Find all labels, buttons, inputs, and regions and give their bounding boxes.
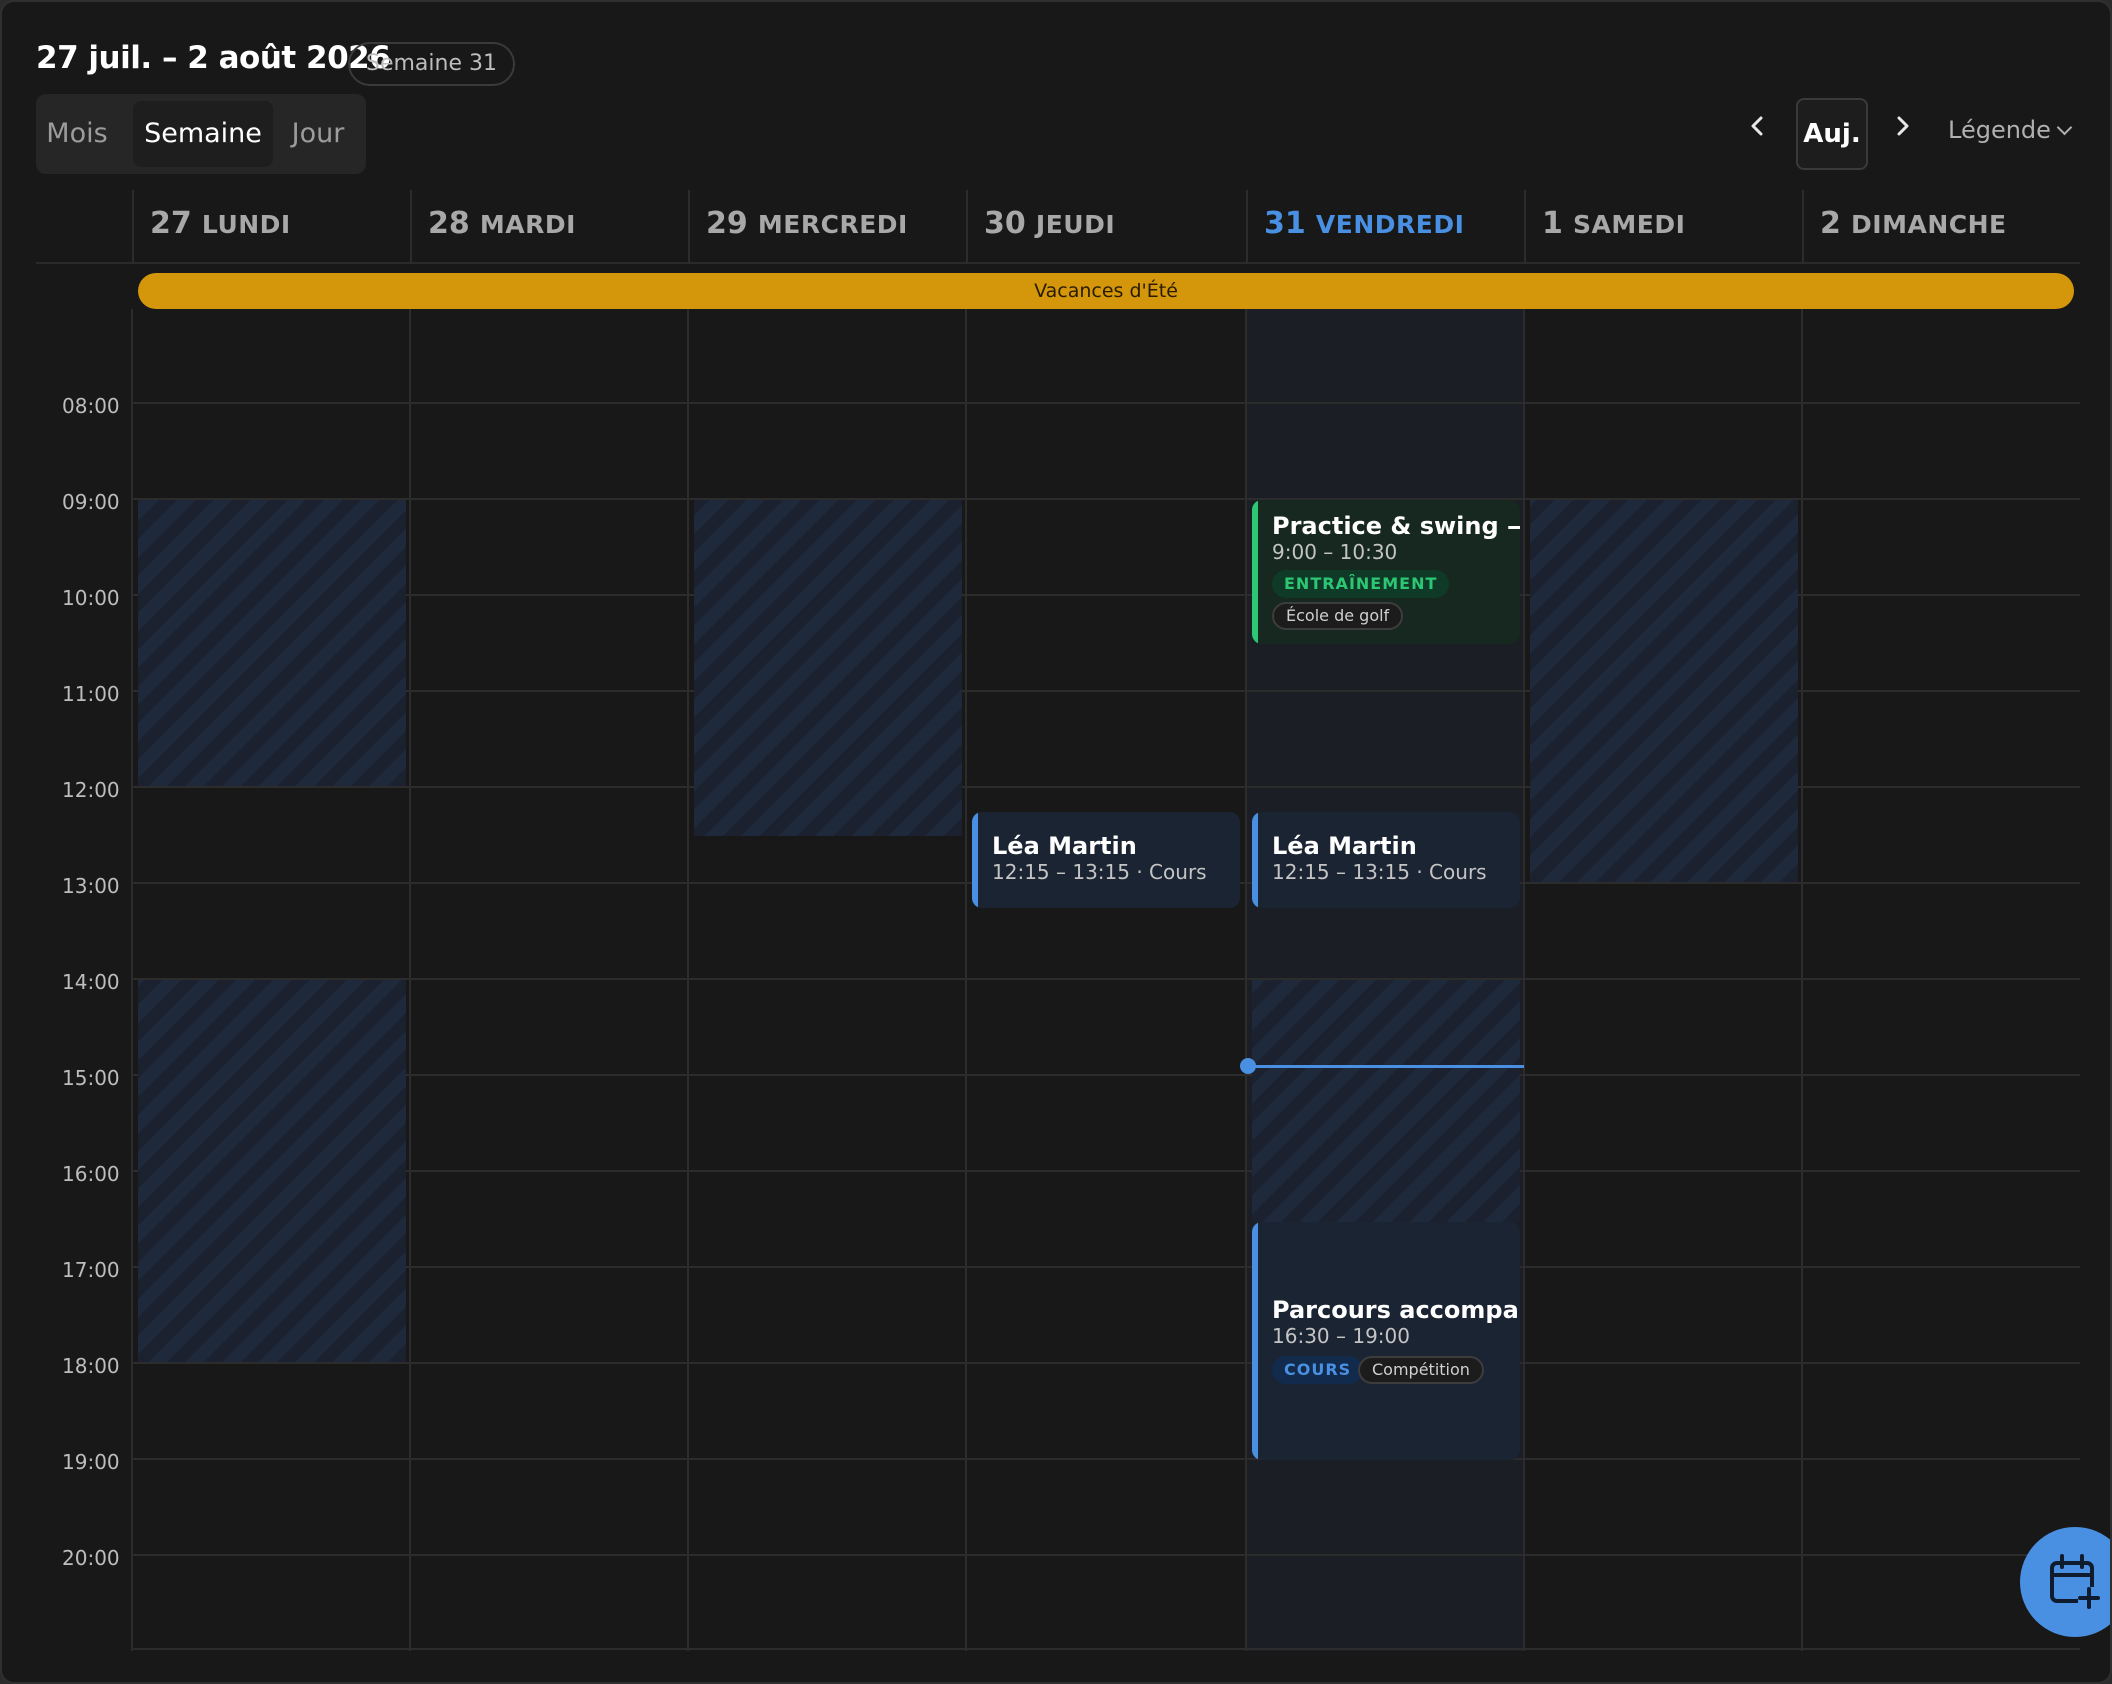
hour-line <box>132 1266 2080 1268</box>
view-week-button[interactable]: Semaine <box>133 101 273 167</box>
day-header-thursday[interactable]: 30 JEUDI <box>966 190 1246 262</box>
next-week-button[interactable] <box>1890 112 1914 145</box>
hour-line <box>132 1458 2080 1460</box>
day-header-sunday[interactable]: 2 DIMANCHE <box>1802 190 2080 262</box>
event-time: 16:30 – 19:00 <box>1272 1324 1410 1348</box>
calendar-app: 27 juil. – 2 août 2026 Semaine 31 Mois S… <box>0 0 2112 1684</box>
chevron-left-icon <box>1751 116 1763 136</box>
event-color-stripe <box>1252 1222 1258 1460</box>
event-time: 12:15 – 13:15 · Cours <box>1272 860 1487 884</box>
grid-column-line <box>131 309 133 1651</box>
day-number: 29 MERCREDI <box>706 206 908 241</box>
chevron-right-icon <box>1897 116 1909 136</box>
unavailable-slot <box>138 980 406 1362</box>
legend-label: Légende <box>1948 116 2051 144</box>
event-title: Léa Martin <box>992 832 1137 860</box>
event-time: 12:15 – 13:15 · Cours <box>992 860 1207 884</box>
hour-label: 12:00 <box>62 778 120 802</box>
event-color-stripe <box>1252 500 1258 644</box>
hour-line <box>132 1074 2080 1076</box>
calendar-plus-icon <box>2050 1554 2100 1609</box>
event-card-lea-martin-friday[interactable]: Léa Martin 12:15 – 13:15 · Cours <box>1252 812 1520 908</box>
week-badge: Semaine 31 <box>348 42 515 86</box>
event-color-stripe <box>1252 812 1258 908</box>
event-title: Practice & swing — ... <box>1272 512 1520 540</box>
day-header-tuesday[interactable]: 28 MARDI <box>410 190 688 262</box>
grid-column-line <box>1523 309 1525 1651</box>
hour-label: 11:00 <box>62 682 120 706</box>
hour-line <box>132 1554 2080 1556</box>
day-header-monday[interactable]: 27 LUNDI <box>132 190 410 262</box>
unavailable-slot <box>1252 980 1520 1222</box>
event-category-tag: COURS <box>1272 1356 1364 1384</box>
view-day-button[interactable]: Jour <box>281 101 355 167</box>
event-color-stripe <box>972 812 978 908</box>
day-number: 31 VENDREDI <box>1264 206 1465 241</box>
day-number: 27 LUNDI <box>150 206 291 241</box>
event-title: Léa Martin <box>1272 832 1417 860</box>
grid-column-line <box>409 309 411 1651</box>
hour-label: 17:00 <box>62 1258 120 1282</box>
event-group-chip: École de golf <box>1272 602 1404 630</box>
hour-line <box>132 1170 2080 1172</box>
all-day-event[interactable]: Vacances d'Été <box>138 273 2074 309</box>
previous-week-button[interactable] <box>1746 112 1770 145</box>
event-card-lea-martin-thursday[interactable]: Léa Martin 12:15 – 13:15 · Cours <box>972 812 1240 908</box>
view-month-button[interactable]: Mois <box>46 101 108 167</box>
grid-column-line <box>687 309 689 1651</box>
hour-label: 19:00 <box>62 1450 120 1474</box>
event-title: Parcours accompa... <box>1272 1296 1520 1324</box>
event-group-chip: Compétition <box>1358 1356 1484 1384</box>
view-switcher: Mois Semaine Jour <box>36 94 366 174</box>
current-time-line <box>1246 1065 1524 1068</box>
day-number: 28 MARDI <box>428 206 576 241</box>
event-time: 9:00 – 10:30 <box>1272 540 1398 564</box>
unavailable-slot <box>694 500 962 836</box>
day-number: 1 SAMEDI <box>1542 206 1686 241</box>
hour-label: 09:00 <box>62 490 120 514</box>
legend-dropdown[interactable]: Légende <box>1948 116 2073 144</box>
current-time-dot <box>1240 1058 1256 1074</box>
grid-column-line <box>1245 309 1247 1651</box>
hour-label: 14:00 <box>62 970 120 994</box>
today-button[interactable]: Auj. <box>1796 98 1868 170</box>
grid-column-line <box>965 309 967 1651</box>
day-header-friday-today[interactable]: 31 VENDREDI <box>1246 190 1524 262</box>
hour-label: 10:00 <box>62 586 120 610</box>
grid-bottom-line <box>132 1648 2080 1650</box>
grid-column-line <box>1801 309 1803 1651</box>
hour-label: 20:00 <box>62 1546 120 1570</box>
hour-label: 13:00 <box>62 874 120 898</box>
hour-label: 18:00 <box>62 1354 120 1378</box>
header-divider <box>36 262 2080 264</box>
day-number: 30 JEUDI <box>984 206 1116 241</box>
hour-line <box>132 1362 2080 1364</box>
hour-label: 15:00 <box>62 1066 120 1090</box>
event-card-parcours[interactable]: Parcours accompa... 16:30 – 19:00 COURS … <box>1252 1222 1520 1460</box>
hour-line <box>132 402 2080 404</box>
day-number: 2 DIMANCHE <box>1820 206 2007 241</box>
page-title: 27 juil. – 2 août 2026 <box>36 40 391 76</box>
hour-label: 16:00 <box>62 1162 120 1186</box>
day-header-wednesday[interactable]: 29 MERCREDI <box>688 190 966 262</box>
event-category-tag: ENTRAÎNEMENT <box>1272 570 1450 598</box>
unavailable-slot <box>1530 500 1798 882</box>
day-header-saturday[interactable]: 1 SAMEDI <box>1524 190 1802 262</box>
event-card-practice[interactable]: Practice & swing — ... 9:00 – 10:30 ENTR… <box>1252 500 1520 644</box>
chevron-down-icon <box>2056 119 2073 136</box>
add-event-button[interactable] <box>2020 1527 2110 1637</box>
unavailable-slot <box>138 500 406 786</box>
hour-label: 08:00 <box>62 394 120 418</box>
hour-line <box>132 978 2080 980</box>
